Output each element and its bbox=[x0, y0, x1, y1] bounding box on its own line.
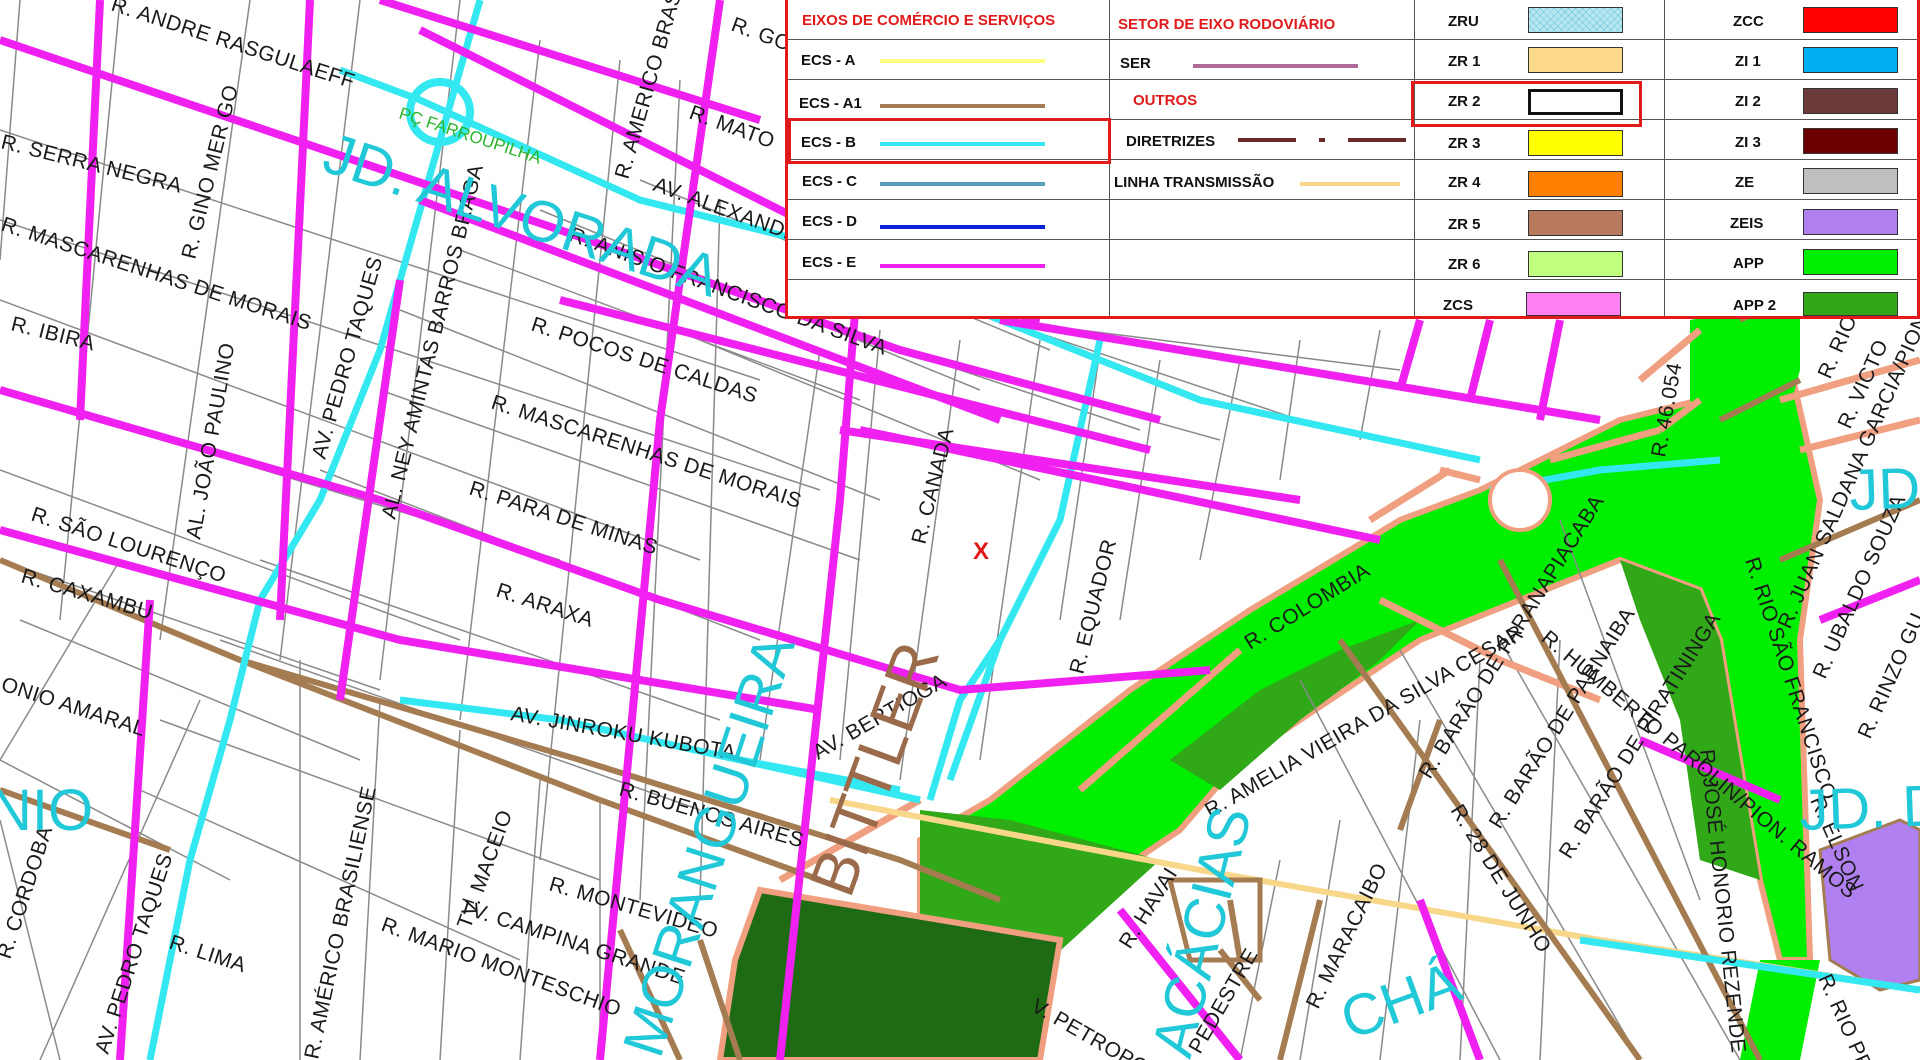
street-label: R. RINZO GU bbox=[1854, 609, 1920, 742]
zone-label-zi1: ZI 1 bbox=[1735, 53, 1761, 70]
zone-label-zcc: ZCC bbox=[1733, 13, 1764, 30]
zone-label-zr5: ZR 5 bbox=[1448, 216, 1481, 233]
district-label: JD. bbox=[1848, 455, 1920, 523]
zone-swatch-zi1 bbox=[1803, 47, 1898, 73]
location-marker: X bbox=[973, 538, 990, 565]
street-label: ONIO AMARAL bbox=[0, 673, 148, 741]
street-label: R. LIMA bbox=[166, 931, 249, 977]
zr2-highlight bbox=[1411, 81, 1642, 127]
ecs-e-line bbox=[880, 264, 1045, 268]
zone-label-zcs: ZCS bbox=[1443, 297, 1473, 314]
zone-swatch-zr1 bbox=[1528, 47, 1623, 73]
ser-line bbox=[1193, 64, 1358, 68]
ecs-a1-line bbox=[880, 104, 1045, 108]
roundabout bbox=[1488, 468, 1552, 532]
diretrizes-label: DIRETRIZES bbox=[1126, 133, 1216, 150]
zone-swatch-zi3 bbox=[1803, 128, 1898, 154]
zone-label-zr6: ZR 6 bbox=[1448, 256, 1481, 273]
ecs-b-highlight bbox=[788, 118, 1111, 164]
zone-label-app: APP bbox=[1733, 255, 1764, 272]
linha-label: LINHA TRANSMISSÃO bbox=[1114, 174, 1275, 191]
zone-swatch-zr5 bbox=[1528, 210, 1623, 236]
ecs-a1-label: ECS - A1 bbox=[799, 95, 862, 112]
diretrizes-line-2 bbox=[1348, 138, 1406, 142]
street-label: R. POCOS DE CALDAS bbox=[528, 313, 760, 408]
zone-label-zi2: ZI 2 bbox=[1735, 93, 1761, 110]
zone-swatch-zru bbox=[1528, 7, 1623, 33]
zone-swatch-zr4 bbox=[1528, 171, 1623, 197]
outros-title: OUTROS bbox=[1133, 92, 1198, 109]
ecs-title: EIXOS DE COMÉRCIO E SERVIÇOS bbox=[802, 12, 1056, 29]
zone-swatch-app2 bbox=[1803, 292, 1898, 316]
district-label: JD. DU bbox=[1798, 772, 1920, 843]
ecs-e-label: ECS - E bbox=[802, 254, 857, 271]
street-label: R. CORDOBA bbox=[0, 823, 57, 961]
linha-line bbox=[1300, 182, 1400, 186]
zone-swatch-zi2 bbox=[1803, 88, 1898, 114]
zone-swatch-zcc bbox=[1803, 7, 1898, 33]
ser-title: SETOR DE EIXO RODOVIÁRIO bbox=[1118, 16, 1336, 33]
ecs-c-label: ECS - C bbox=[802, 173, 858, 190]
street-label: R. ANDRE RASGULAEFF bbox=[108, 0, 357, 93]
diretrizes-line bbox=[1238, 138, 1296, 142]
zone-swatch-zeis bbox=[1803, 209, 1898, 235]
ecs-c-line bbox=[880, 182, 1045, 186]
street-label: R. EQUADOR bbox=[1066, 537, 1122, 676]
legend: EIXOS DE COMÉRCIO E SERVIÇOS ECS - A ECS… bbox=[785, 0, 1920, 319]
ecs-d-line bbox=[880, 225, 1045, 229]
zone-label-zi3: ZI 3 bbox=[1735, 134, 1761, 151]
zone-label-app2: APP 2 bbox=[1733, 297, 1777, 314]
zone-swatch-zr3 bbox=[1528, 130, 1623, 156]
ecs-a-line bbox=[880, 59, 1045, 63]
zone-label-zr4: ZR 4 bbox=[1448, 174, 1481, 191]
zone-label-ze: ZE bbox=[1735, 174, 1755, 191]
district-label: NIO bbox=[0, 778, 93, 843]
zone-label-zr1: ZR 1 bbox=[1448, 53, 1481, 70]
ser-label: SER bbox=[1120, 55, 1151, 72]
ecs-a-label: ECS - A bbox=[801, 52, 856, 69]
street-label: R. ARAXA bbox=[493, 579, 596, 632]
diretrizes-dot bbox=[1319, 138, 1325, 142]
zone-label-zeis: ZEIS bbox=[1730, 215, 1764, 232]
zone-swatch-zcs bbox=[1526, 292, 1621, 316]
zone-swatch-app bbox=[1803, 249, 1898, 275]
zone-swatch-ze bbox=[1803, 168, 1898, 194]
district-label: CHÁ bbox=[1332, 949, 1470, 1052]
zone-label-zr3: ZR 3 bbox=[1448, 135, 1481, 152]
street-label: R. AMÉRICO BRASILIENSE bbox=[300, 784, 380, 1060]
ecs-d-label: ECS - D bbox=[802, 213, 858, 230]
street-label: R. PARA DE MINAS bbox=[466, 477, 660, 560]
zone-label-zru: ZRU bbox=[1448, 13, 1479, 30]
zone-swatch-zr6 bbox=[1528, 251, 1623, 277]
